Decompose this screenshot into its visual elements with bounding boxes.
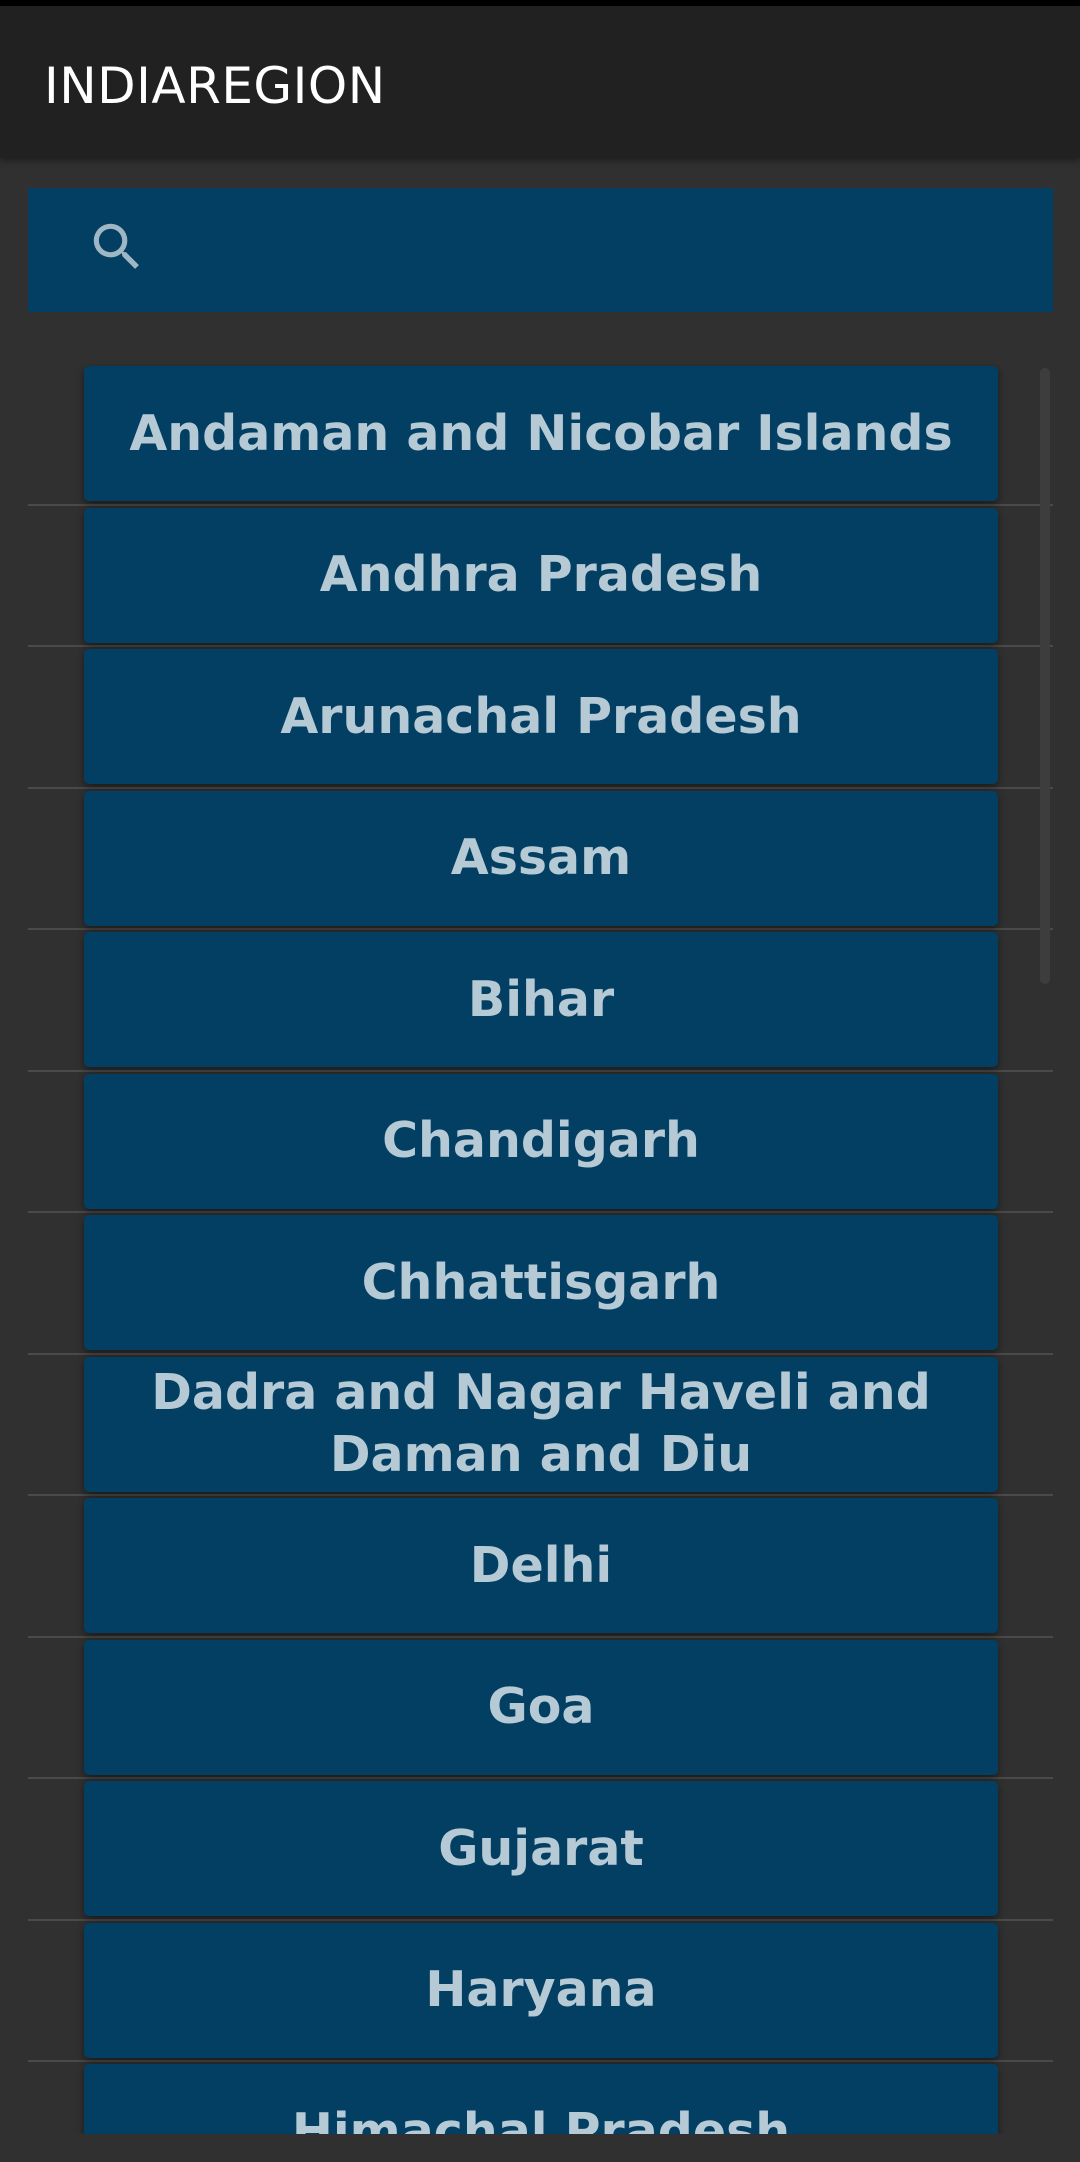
state-button[interactable]: Gujarat xyxy=(84,1781,998,1916)
list-item: Himachal Pradesh xyxy=(28,2062,1053,2134)
state-button[interactable]: Arunachal Pradesh xyxy=(84,649,998,784)
list-item: Dadra and Nagar Haveli and Daman and Diu xyxy=(28,1355,1053,1496)
state-button[interactable]: Delhi xyxy=(84,1498,998,1633)
state-label: Himachal Pradesh xyxy=(291,2102,791,2135)
list-item: Chhattisgarh xyxy=(28,1213,1053,1355)
state-button[interactable]: Assam xyxy=(84,790,998,926)
state-button[interactable]: Himachal Pradesh xyxy=(84,2064,998,2134)
list-item: Arunachal Pradesh xyxy=(28,647,1053,789)
state-button[interactable]: Dadra and Nagar Haveli and Daman and Diu xyxy=(84,1356,998,1492)
list-item: Assam xyxy=(28,789,1053,930)
state-label: Chhattisgarh xyxy=(361,1253,721,1311)
bottom-edge xyxy=(0,2134,1080,2162)
state-label: Andhra Pradesh xyxy=(319,546,763,603)
search-bar[interactable] xyxy=(28,188,1053,312)
list-item: Chandigarh xyxy=(28,1072,1053,1213)
state-button[interactable]: Chhattisgarh xyxy=(84,1215,998,1350)
state-label: Haryana xyxy=(425,1961,657,2018)
scrollbar[interactable] xyxy=(1040,368,1050,984)
state-label: Assam xyxy=(450,829,632,886)
list-item: Andhra Pradesh xyxy=(28,506,1053,647)
search-icon[interactable] xyxy=(86,216,148,278)
state-button[interactable]: Bihar xyxy=(84,932,998,1067)
search-input[interactable] xyxy=(168,208,1032,294)
state-label: Goa xyxy=(487,1678,595,1735)
state-button[interactable]: Chandigarh xyxy=(84,1073,998,1209)
list-item: Bihar xyxy=(28,930,1053,1072)
state-button[interactable]: Andaman and Nicobar Islands xyxy=(84,366,998,501)
list-item: Gujarat xyxy=(28,1779,1053,1921)
state-list[interactable]: Andaman and Nicobar Islands Andhra Prade… xyxy=(28,364,1053,2134)
state-button[interactable]: Haryana xyxy=(84,1922,998,2058)
state-label: Andaman and Nicobar Islands xyxy=(129,404,953,462)
list-item: Goa xyxy=(28,1638,1053,1779)
list-item: Andaman and Nicobar Islands xyxy=(28,364,1053,506)
list-item: Haryana xyxy=(28,1921,1053,2062)
state-label: Gujarat xyxy=(438,1819,644,1877)
state-button[interactable]: Andhra Pradesh xyxy=(84,507,998,643)
list-item: Delhi xyxy=(28,1496,1053,1638)
state-label: Dadra and Nagar Haveli and Daman and Diu xyxy=(151,1364,931,1483)
state-label: Arunachal Pradesh xyxy=(280,687,802,745)
state-label: Bihar xyxy=(467,970,615,1028)
app-title: INDIAREGION xyxy=(44,57,386,115)
state-button[interactable]: Goa xyxy=(84,1639,998,1775)
app-bar: INDIAREGION xyxy=(0,6,1080,158)
state-label: Chandigarh xyxy=(382,1112,700,1169)
state-label: Delhi xyxy=(469,1536,613,1594)
